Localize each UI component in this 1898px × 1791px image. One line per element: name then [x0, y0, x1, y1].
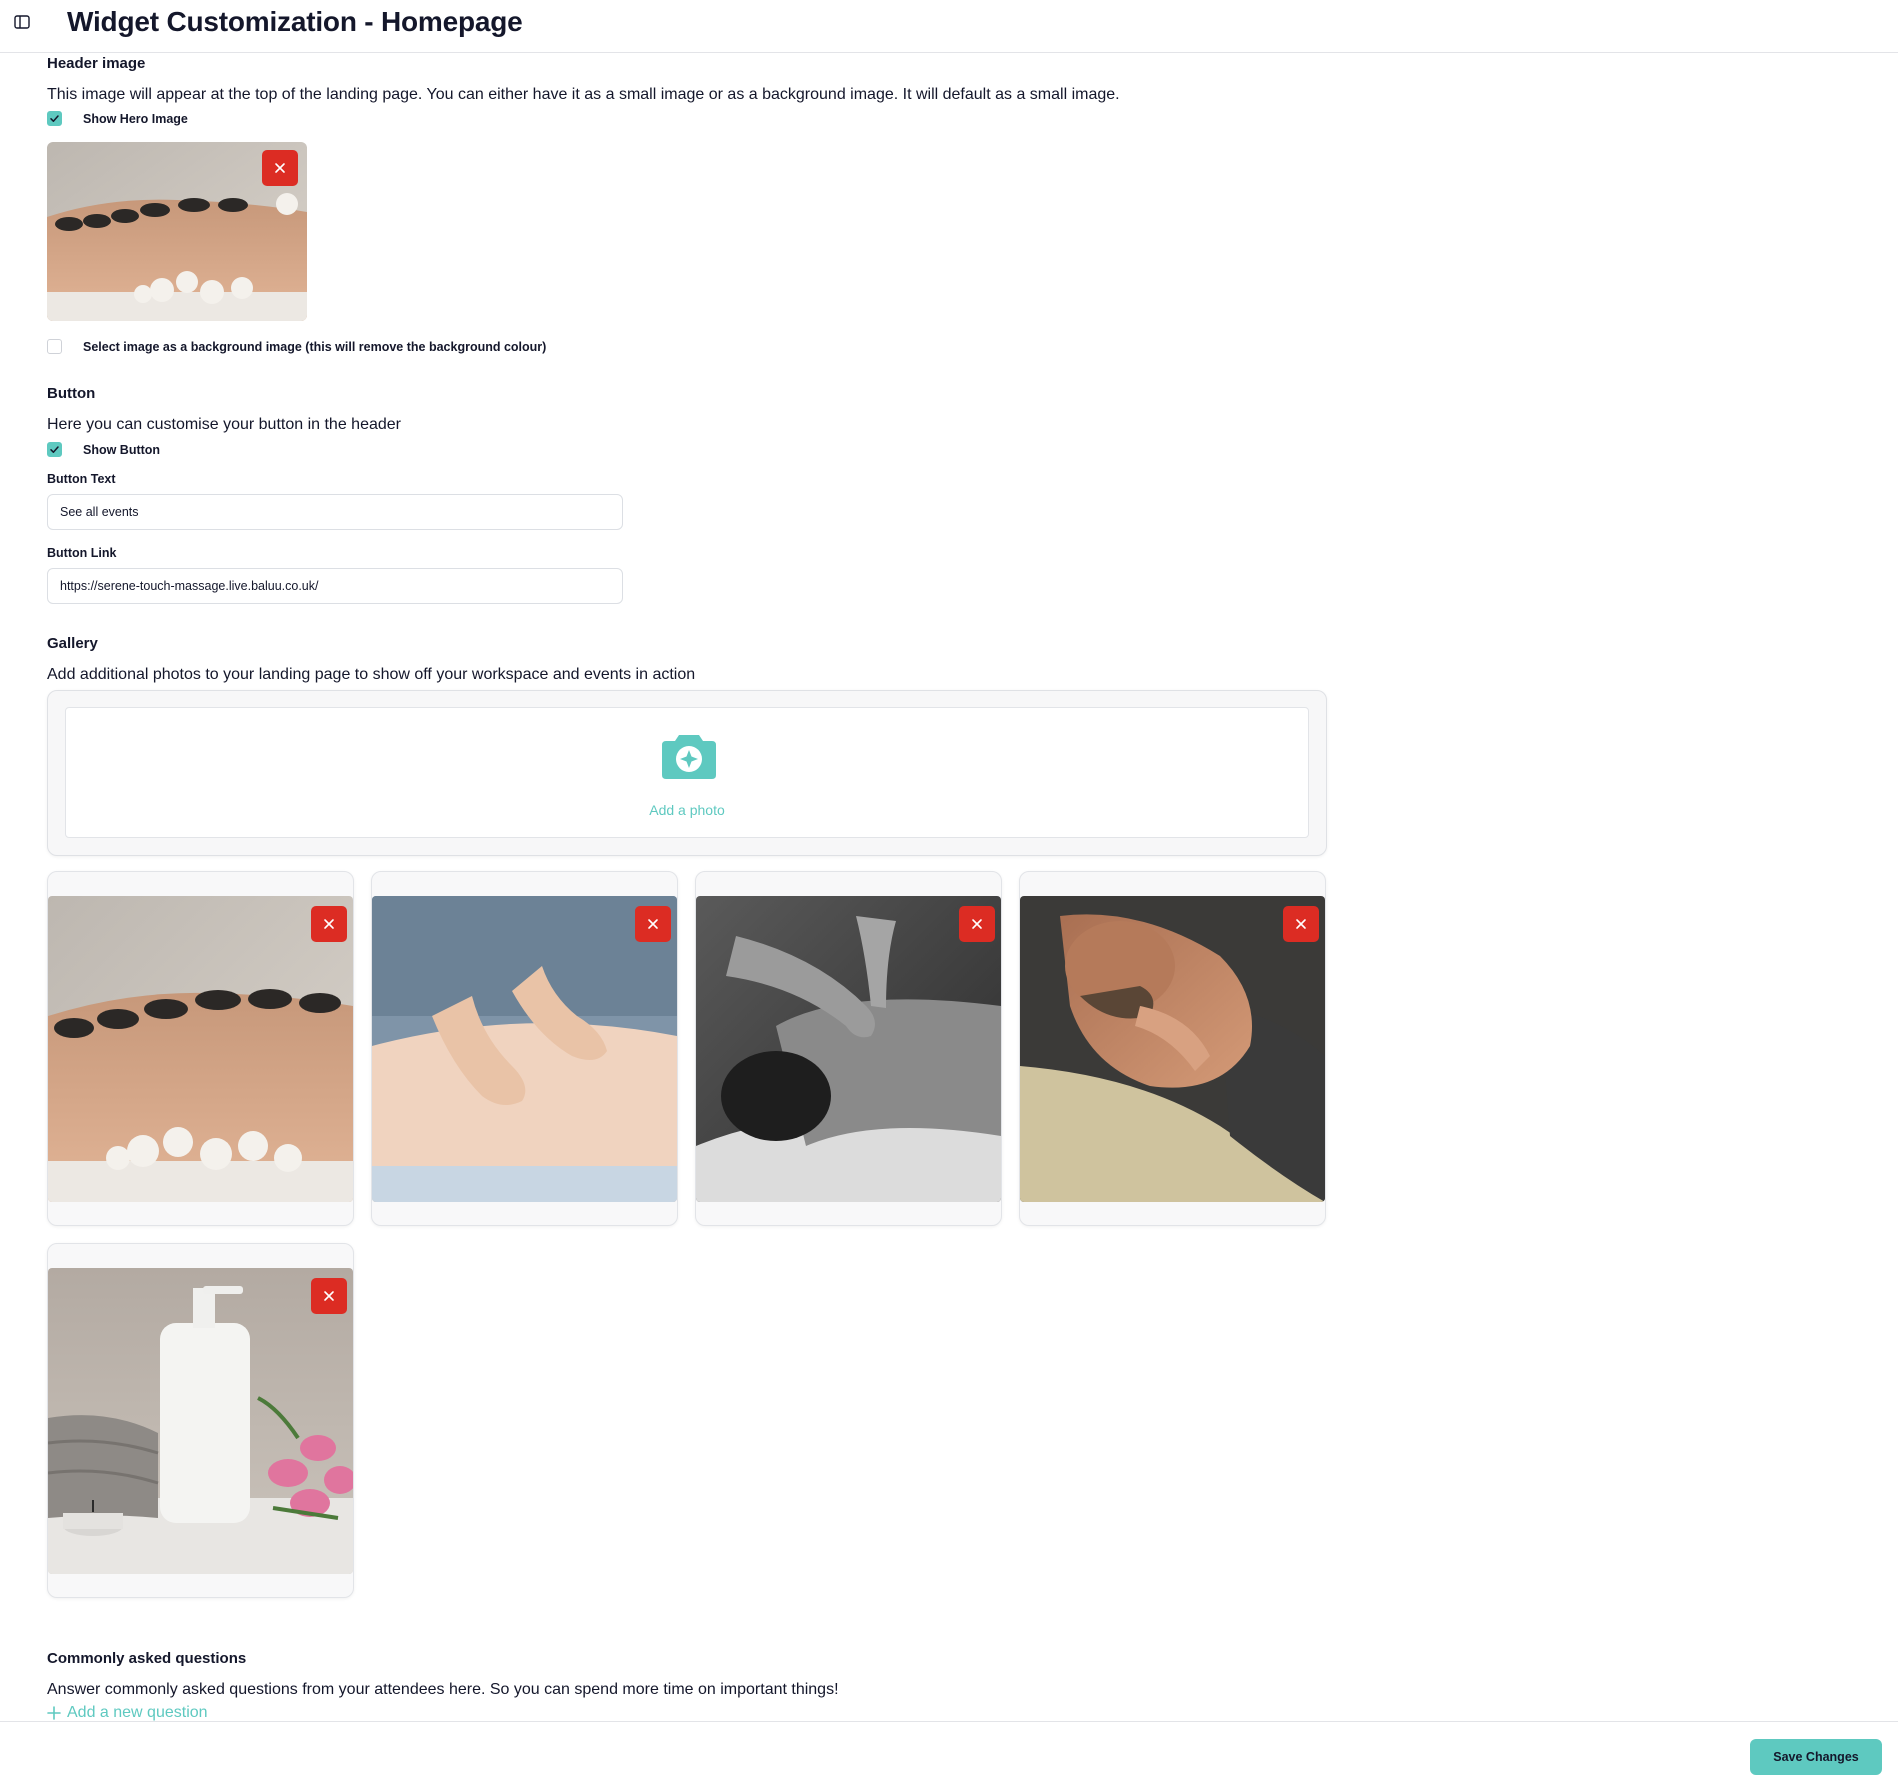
gallery-photo-card [47, 1243, 354, 1598]
remove-hero-image-button[interactable] [262, 150, 298, 186]
gallery-photo-card [1019, 871, 1326, 1226]
button-text-input[interactable] [47, 494, 623, 530]
remove-photo-button[interactable] [311, 906, 347, 942]
gallery-photo [696, 896, 1001, 1202]
gallery-photo-card [695, 871, 1002, 1226]
close-icon [648, 919, 658, 929]
check-icon [50, 446, 59, 453]
show-button-label: Show Button [83, 442, 161, 457]
show-button-checkbox[interactable] [47, 442, 62, 457]
show-hero-image-label: Show Hero Image [83, 111, 188, 126]
spa-products-image [48, 1268, 353, 1574]
close-icon [324, 1291, 334, 1301]
gallery-photo [48, 1268, 353, 1574]
gallery-photo [1020, 896, 1325, 1202]
header-image-description: This image will appear at the top of the… [47, 86, 1120, 103]
button-text-label: Button Text [47, 472, 116, 486]
button-link-input[interactable] [47, 568, 623, 604]
save-changes-button[interactable]: Save Changes [1750, 1739, 1882, 1775]
add-question-button[interactable]: Add a new question [47, 1704, 208, 1722]
man-neck-massage-image [1020, 896, 1325, 1202]
gallery-photo [372, 896, 677, 1202]
hero-image-preview [47, 142, 307, 321]
faq-description: Answer commonly asked questions from you… [47, 1681, 839, 1698]
photo-upload-area: Add a photo [47, 690, 1327, 856]
camera-icon [662, 735, 716, 779]
page-title: Widget Customization - Homepage [67, 6, 523, 37]
button-section-title: Button [47, 385, 96, 402]
remove-photo-button[interactable] [635, 906, 671, 942]
remove-photo-button[interactable] [959, 906, 995, 942]
show-hero-image-checkbox[interactable] [47, 111, 62, 126]
add-photo-label: Add a photo [649, 802, 725, 818]
back-massage-image [372, 896, 677, 1202]
gallery-photo-card [371, 871, 678, 1226]
background-image-row: Select image as a background image (this… [47, 339, 546, 354]
hot-stones-image [48, 896, 353, 1202]
add-question-label: Add a new question [67, 1704, 208, 1721]
plus-icon [47, 1706, 61, 1720]
gallery-description: Add additional photos to your landing pa… [47, 666, 696, 683]
add-photo-dropzone[interactable]: Add a photo [65, 707, 1309, 838]
footer-bar: Save Changes [0, 1721, 1898, 1791]
black-white-massage-image [696, 896, 1001, 1202]
remove-photo-button[interactable] [311, 1278, 347, 1314]
close-icon [324, 919, 334, 929]
close-icon [275, 163, 285, 173]
faq-title: Commonly asked questions [47, 1650, 247, 1667]
button-link-label: Button Link [47, 546, 117, 560]
show-button-row: Show Button [47, 442, 160, 457]
main-content: Header image This image will appear at t… [47, 53, 1857, 1721]
gallery-photo [48, 896, 353, 1202]
header-image-title: Header image [47, 55, 146, 72]
background-image-label: Select image as a background image (this… [83, 339, 547, 354]
close-icon [972, 919, 982, 929]
check-icon [50, 115, 59, 122]
remove-photo-button[interactable] [1283, 906, 1319, 942]
show-hero-image-row: Show Hero Image [47, 111, 188, 126]
sidebar-toggle-icon[interactable] [13, 13, 31, 31]
close-icon [1296, 919, 1306, 929]
gallery-title: Gallery [47, 635, 98, 652]
gallery-photo-card [47, 871, 354, 1226]
button-section-description: Here you can customise your button in th… [47, 416, 401, 433]
background-image-checkbox[interactable] [47, 339, 62, 354]
top-bar: Widget Customization - Homepage [0, 0, 1898, 53]
